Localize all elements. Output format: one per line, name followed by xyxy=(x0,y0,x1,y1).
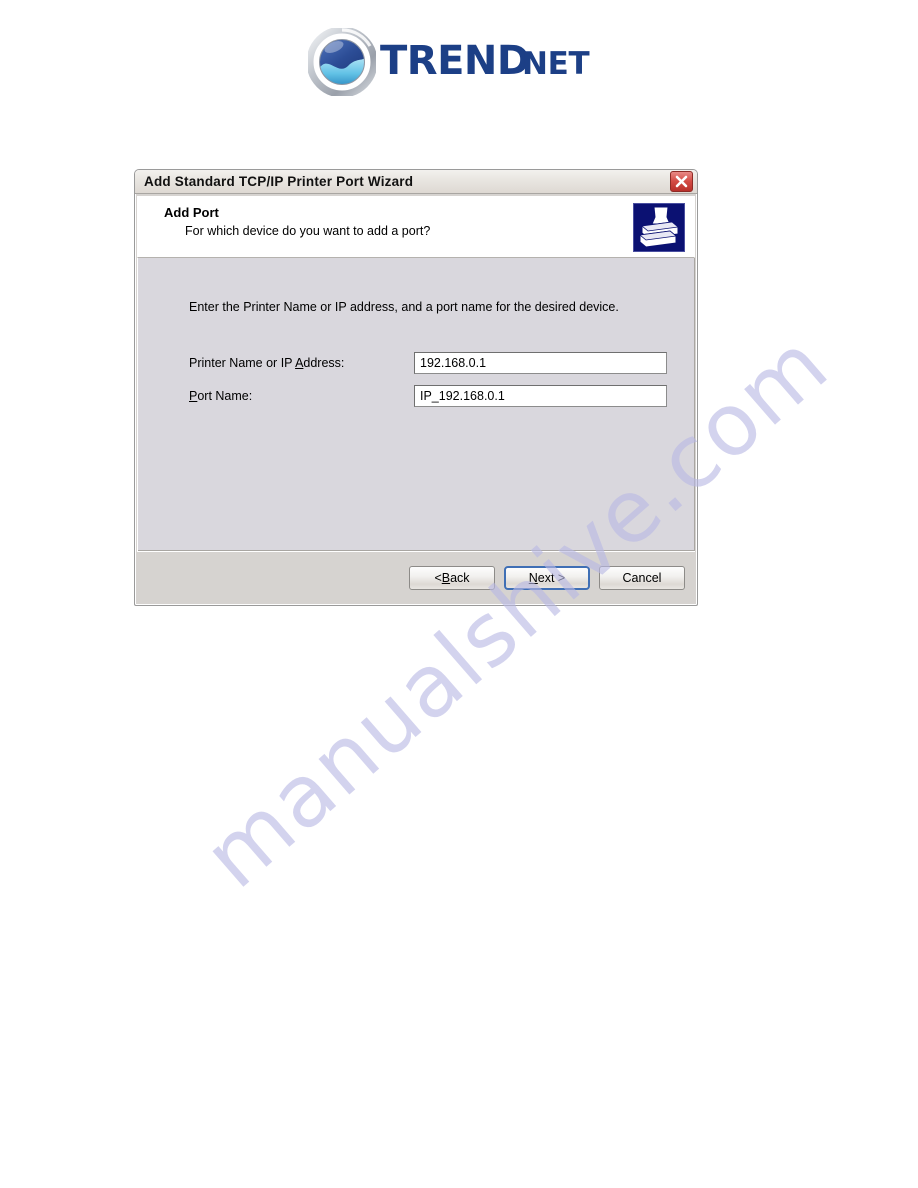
dialog-titlebar[interactable]: Add Standard TCP/IP Printer Port Wizard xyxy=(135,170,697,194)
printer-name-or-ip-address-input[interactable]: 192.168.0.1 xyxy=(414,352,667,374)
add-standard-tcpip-printer-port-wizard-dialog: Add Standard TCP/IP Printer Port Wizard … xyxy=(134,169,698,606)
button-prefix: < xyxy=(434,570,442,585)
port-name-input[interactable]: IP_192.168.0.1 xyxy=(414,385,667,407)
header-title: Add Port xyxy=(164,205,219,220)
printer-name-or-ip-address-row: Printer Name or IP Address: 192.168.0.1 xyxy=(189,352,669,376)
next-button[interactable]: Next > xyxy=(504,565,590,590)
trendnet-logo: TREND NET xyxy=(308,24,613,100)
cancel-button[interactable]: Cancel xyxy=(599,565,685,590)
close-button[interactable] xyxy=(670,171,693,192)
dialog-header: Add Port For which device do you want to… xyxy=(137,196,695,258)
label-part-after: ddress: xyxy=(303,356,345,370)
button-accesskey: B xyxy=(441,570,451,585)
svg-text:TREND: TREND xyxy=(380,38,530,84)
printer-icon xyxy=(633,203,685,252)
port-name-row: Port Name: IP_192.168.0.1 xyxy=(189,385,669,409)
trendnet-globe-icon xyxy=(308,28,376,96)
label-part-before: Printer Name or IP xyxy=(189,356,296,370)
button-suffix: ext > xyxy=(537,570,566,585)
dialog-title: Add Standard TCP/IP Printer Port Wizard xyxy=(144,174,414,189)
button-suffix: Cancel xyxy=(622,570,662,585)
back-button[interactable]: < Back xyxy=(409,565,495,590)
instruction-text: Enter the Printer Name or IP address, an… xyxy=(189,300,619,314)
button-suffix: ack xyxy=(450,570,470,585)
dialog-content: Enter the Printer Name or IP address, an… xyxy=(137,258,695,551)
dialog-header-text: Add Port For which device do you want to… xyxy=(138,197,633,239)
port-name-label: Port Name: xyxy=(189,389,252,403)
dialog-footer: < Back Next > Cancel xyxy=(137,551,695,603)
printer-icon-glyph xyxy=(639,206,679,248)
button-accesskey: N xyxy=(528,570,538,585)
label-part-after: ort Name: xyxy=(197,389,253,403)
svg-text:NET: NET xyxy=(522,46,590,82)
close-icon xyxy=(675,175,688,188)
printer-name-or-ip-address-label: Printer Name or IP Address: xyxy=(189,356,344,370)
trendnet-wordmark: TREND NET xyxy=(380,38,590,84)
header-subtitle: For which device do you want to add a po… xyxy=(185,224,431,238)
